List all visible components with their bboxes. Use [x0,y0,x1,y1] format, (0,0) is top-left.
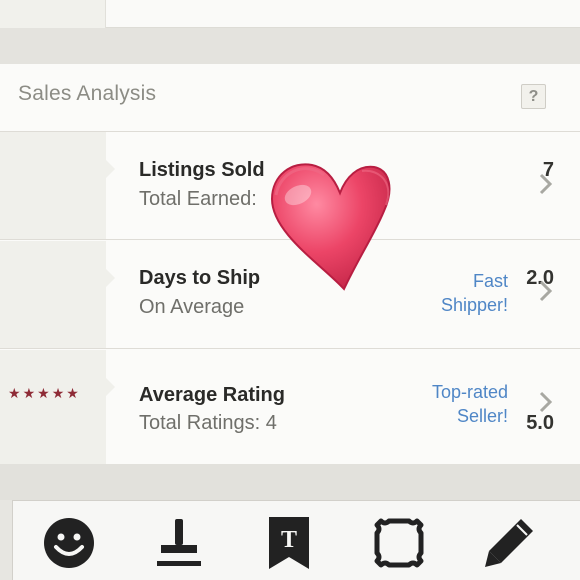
pencil-icon[interactable] [481,515,537,571]
stamp-icon[interactable] [151,515,207,571]
fast-shipper-badge: Fast Shipper! [398,269,508,317]
previous-card [0,0,580,28]
star-icon: ★ [66,385,79,401]
edit-toolbar: T [12,500,580,580]
value-column [0,350,115,464]
section-gap [0,464,580,500]
star-icon: ★ [8,385,21,401]
total-earned-label: Total Earned: [139,188,257,210]
total-ratings-label: Total Ratings: 4 [139,412,277,434]
chevron-right-icon [539,173,553,195]
card-header: Sales Analysis ? [0,64,580,132]
value-column [0,132,115,239]
smiley-icon[interactable] [41,515,97,571]
star-icon: ★ [51,385,65,401]
badge-line-2: Seller! [456,406,508,426]
days-to-ship-label: Days to Ship [139,267,261,289]
value-column [0,241,115,348]
badge-line-1: Fast [472,271,508,291]
previous-card-gutter [0,0,106,28]
heart-sticker-icon[interactable] [262,155,396,295]
average-rating-label: Average Rating [139,384,285,406]
badge-line-2: Shipper! [440,295,508,315]
star-icon: ★ [37,385,50,401]
average-rating-row[interactable]: ★ ★ ★ ★ ★ 5.0 Average Rating Total Ratin… [0,350,580,464]
on-average-label: On Average [139,296,245,318]
svg-text:T: T [281,527,297,553]
chevron-right-icon [539,391,553,413]
top-rated-seller-badge: Top-rated Seller! [398,380,508,428]
badge-line-1: Top-rated [431,382,508,402]
section-title: Sales Analysis [18,82,157,105]
star-icon: ★ [22,385,36,401]
text-tag-icon[interactable]: T [261,515,317,571]
section-gap [0,28,580,64]
listings-sold-label: Listings Sold [139,159,265,181]
chevron-right-icon [539,280,553,302]
rating-stars: ★ ★ ★ ★ ★ [8,386,90,400]
frame-icon[interactable] [371,515,427,571]
help-icon[interactable]: ? [521,84,546,109]
